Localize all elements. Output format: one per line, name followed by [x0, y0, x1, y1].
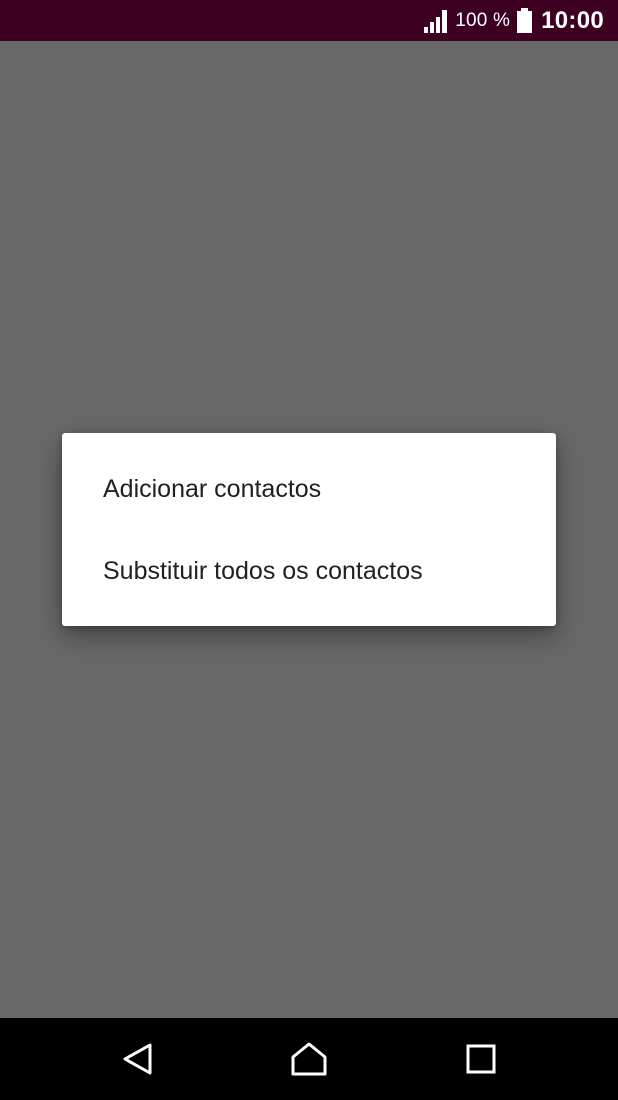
back-button[interactable] — [116, 1037, 160, 1081]
options-dialog: Adicionar contactos Substituir todos os … — [62, 433, 556, 626]
battery-icon — [517, 7, 533, 33]
recents-icon — [466, 1044, 496, 1074]
menu-item-label: Adicionar contactos — [103, 474, 322, 503]
back-icon — [123, 1043, 152, 1075]
menu-item-label: Substituir todos os contactos — [103, 556, 423, 585]
home-icon — [291, 1042, 327, 1076]
menu-item-add-contacts[interactable]: Adicionar contactos — [62, 448, 556, 530]
status-bar: 100 % 10:00 — [0, 0, 618, 41]
battery-percent: 100 % — [455, 9, 511, 31]
menu-item-replace-all-contacts[interactable]: Substituir todos os contactos — [62, 530, 556, 612]
signal-icon — [424, 9, 448, 33]
clock: 10:00 — [541, 6, 604, 34]
navigation-bar — [0, 1018, 618, 1100]
status-indicators: 100 % 10:00 — [423, 0, 604, 41]
home-button[interactable] — [287, 1037, 331, 1081]
recents-button[interactable] — [459, 1037, 503, 1081]
